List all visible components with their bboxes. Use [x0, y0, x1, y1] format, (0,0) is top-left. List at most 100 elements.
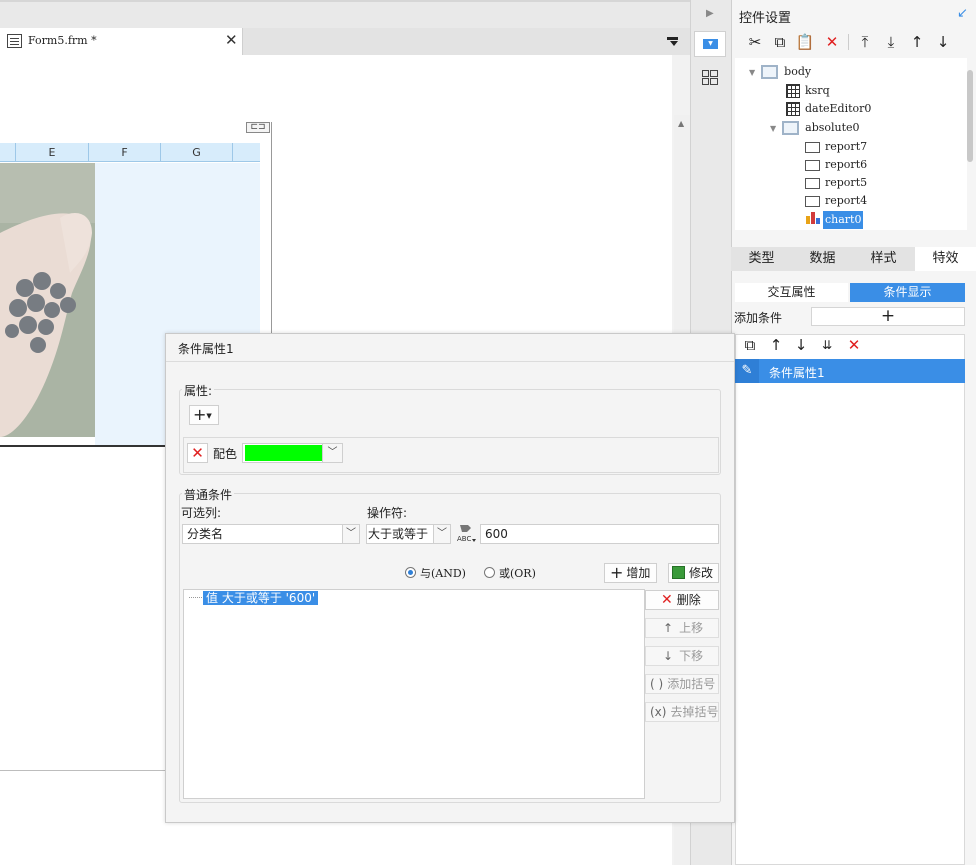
- tree-scrollbar[interactable]: [967, 70, 973, 162]
- add-bracket-button[interactable]: ( ) 添加括号: [645, 674, 719, 694]
- form-file-icon: [7, 34, 22, 48]
- operator-select[interactable]: 大于或等于 ﹀: [366, 524, 451, 544]
- frame-icon: [761, 65, 779, 79]
- remove-bracket-label: 去掉括号: [670, 705, 719, 719]
- report-icon: [805, 177, 820, 189]
- move-down-button[interactable]: ↓ 下移: [645, 646, 719, 666]
- widget-resize-icon[interactable]: ⊏⊐: [246, 122, 270, 133]
- column-label: 可选列:: [181, 506, 222, 520]
- color-picker[interactable]: ﹀: [242, 443, 343, 463]
- condition-expression-box[interactable]: [183, 589, 645, 799]
- tree-node-report4[interactable]: report4: [805, 192, 869, 210]
- delete-icon[interactable]: ✕: [821, 30, 843, 54]
- chevron-down-icon: ﹀: [342, 525, 359, 543]
- add-condition-entry-button[interactable]: + 增加: [604, 563, 657, 583]
- tab-menu-icon[interactable]: [667, 35, 678, 46]
- tree-connector: [189, 597, 202, 598]
- component-grid-icon[interactable]: [702, 70, 718, 85]
- delete-button-label: 删除: [676, 593, 701, 607]
- tree-node-report7[interactable]: report7: [805, 138, 869, 156]
- copy-condition-icon[interactable]: ⧉: [739, 333, 761, 357]
- tab-title: Form5.frm *: [28, 34, 97, 47]
- frame-icon: [782, 121, 800, 135]
- date-editor-icon: [786, 102, 800, 116]
- tree-node-absolute0[interactable]: ▼ absolute0: [770, 119, 862, 137]
- chevron-down-icon: ▼: [206, 412, 212, 420]
- edit-condition-button[interactable]: 修改: [668, 563, 719, 583]
- move-up-icon[interactable]: ↑: [765, 333, 787, 357]
- arrow-down-icon: ↓: [663, 649, 674, 663]
- condition-list[interactable]: [735, 334, 965, 865]
- tree-node-dateeditor0[interactable]: dateEditor0: [786, 100, 873, 118]
- move-down-label: 下移: [679, 649, 704, 663]
- effects-subtabs: 交互属性 条件显示: [735, 283, 965, 302]
- collapse-arrow-icon[interactable]: ▶: [706, 8, 714, 19]
- or-radio[interactable]: 或(OR): [484, 565, 536, 581]
- column-header-cell: [0, 143, 16, 162]
- tree-node-chart0[interactable]: chart0: [805, 210, 864, 229]
- cut-icon[interactable]: ✂: [744, 30, 766, 54]
- color-swatch: [245, 445, 322, 461]
- bracket-icon: ( ): [650, 677, 664, 691]
- subtab-conditional-display[interactable]: 条件显示: [850, 283, 965, 302]
- add-bracket-label: 添加括号: [667, 677, 716, 691]
- and-radio-label: 与(AND): [420, 567, 466, 580]
- tab-data[interactable]: 数据: [792, 247, 853, 271]
- tree-node-report5[interactable]: report5: [805, 174, 869, 192]
- copy-icon[interactable]: ⧉: [769, 30, 791, 54]
- scroll-up-icon[interactable]: ▲: [678, 119, 684, 128]
- tab-type[interactable]: 类型: [731, 247, 792, 271]
- operator-label: 操作符:: [367, 506, 408, 520]
- plus-icon: +: [193, 405, 207, 424]
- move-down-icon[interactable]: ↓: [790, 333, 812, 357]
- move-to-bottom-icon[interactable]: ⇊: [816, 333, 838, 357]
- paste-icon[interactable]: 📋: [794, 30, 816, 54]
- plus-icon: +: [610, 563, 624, 582]
- dialog-title-divider: [166, 361, 734, 362]
- condition-list-item[interactable]: ✎ 条件属性1: [735, 359, 965, 383]
- column-header-cell: E: [16, 143, 89, 162]
- top-toolbar: [0, 0, 690, 28]
- remove-bracket-button[interactable]: (x) 去掉括号: [645, 702, 719, 722]
- add-condition-button[interactable]: +: [811, 307, 965, 326]
- editor-tab[interactable]: Form5.frm * ✕: [0, 28, 243, 55]
- tree-node-body[interactable]: ▼ body: [749, 63, 813, 81]
- condition-expression-item[interactable]: 值 大于或等于 '600': [203, 591, 319, 605]
- value-input[interactable]: 600: [480, 524, 719, 544]
- panel-toolbar: ✂ ⧉ 📋 ✕ ⤒ ⤓ ↑ ↓: [731, 30, 976, 56]
- remove-attribute-button[interactable]: ✕: [187, 443, 208, 463]
- close-tab-icon[interactable]: ✕: [225, 31, 238, 49]
- column-header-cell: G: [161, 143, 233, 162]
- subtab-interaction[interactable]: 交互属性: [735, 283, 848, 302]
- report-icon: [805, 195, 820, 207]
- add-attribute-button[interactable]: +▼: [189, 405, 219, 425]
- move-to-top-icon[interactable]: ⤒: [854, 30, 876, 54]
- delete-icon: ✕: [661, 592, 673, 608]
- attribute-group-label: 属性:: [182, 382, 215, 399]
- tab-effects[interactable]: 特效: [915, 247, 976, 271]
- operator-select-value: 大于或等于: [368, 527, 429, 541]
- pin-panel-icon[interactable]: ↙: [957, 6, 968, 21]
- remove-bracket-icon: (x): [650, 705, 667, 719]
- move-up-icon[interactable]: ↑: [906, 30, 928, 54]
- divider: [0, 770, 166, 771]
- value-input-text: 600: [485, 527, 508, 541]
- column-select[interactable]: 分类名 ﹀: [182, 524, 360, 544]
- column-header-row: E F G: [0, 143, 260, 162]
- move-up-button[interactable]: ↑ 上移: [645, 618, 719, 638]
- delete-condition-icon[interactable]: ✕: [843, 333, 865, 357]
- tab-style[interactable]: 样式: [853, 247, 914, 271]
- widget-settings-toggle[interactable]: ▼: [694, 31, 726, 57]
- value-type-icon[interactable]: ABC: [456, 523, 477, 543]
- add-button-label: 增加: [626, 566, 651, 580]
- delete-entry-button[interactable]: ✕ 删除: [645, 590, 719, 610]
- move-to-bottom-icon[interactable]: ⤓: [880, 30, 902, 54]
- toolbar-separator: [848, 34, 849, 50]
- edit-pencil-icon[interactable]: ✎: [735, 359, 759, 383]
- tree-node-report6[interactable]: report6: [805, 156, 869, 174]
- and-radio[interactable]: 与(AND): [405, 565, 466, 581]
- svg-text:ABC: ABC: [457, 535, 471, 543]
- tree-node-ksrq[interactable]: ksrq: [786, 82, 832, 100]
- move-down-icon[interactable]: ↓: [932, 30, 954, 54]
- condition-list-toolbar: ⧉ ↑ ↓ ⇊ ✕: [735, 334, 965, 356]
